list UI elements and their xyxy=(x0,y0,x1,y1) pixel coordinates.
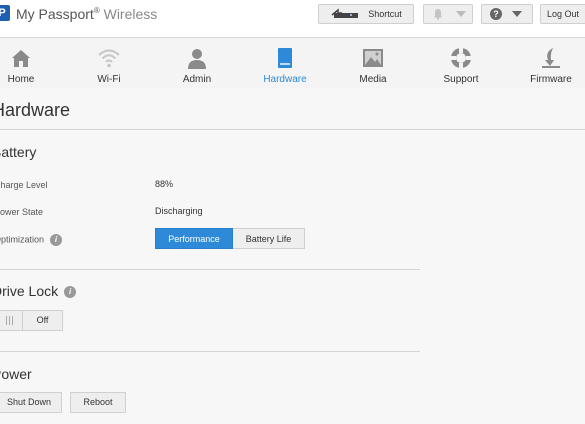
shortcut-label: Shortcut xyxy=(368,9,402,19)
info-icon[interactable]: i xyxy=(64,286,77,299)
admin-icon xyxy=(188,49,206,69)
page-title: Hardware xyxy=(0,100,71,120)
performance-option[interactable]: Performance xyxy=(155,228,233,249)
nav-item-home[interactable]: Home xyxy=(0,38,56,88)
firmware-icon xyxy=(542,48,560,68)
drive-lock-title-text: Drive Lock xyxy=(0,283,59,299)
nav-label-home: Home xyxy=(7,74,35,85)
optimization-toggle: Performance Battery Life xyxy=(155,228,305,249)
info-icon[interactable]: i xyxy=(50,234,63,246)
nav-item-support[interactable]: Support xyxy=(426,38,496,88)
notifications-button[interactable] xyxy=(423,4,473,24)
shut-down-button[interactable]: Shut Down xyxy=(0,392,62,413)
divider xyxy=(0,129,585,130)
support-icon xyxy=(451,48,471,68)
nav-item-media[interactable]: Media xyxy=(338,38,408,88)
power-state-label: Power State xyxy=(0,207,44,217)
brand-title: My Passport® Wireless xyxy=(16,6,157,22)
drive-lock-state: Off xyxy=(36,315,49,325)
drive-lock-section-title: Drive Lock i xyxy=(0,283,77,299)
nav-item-wifi[interactable]: Wi-Fi xyxy=(74,38,144,88)
nav-label-admin: Admin xyxy=(182,74,212,85)
home-icon xyxy=(12,50,30,67)
wifi-icon xyxy=(98,49,120,68)
battery-section-title: Battery xyxy=(0,144,37,160)
main-content: Hardware Battery Charge Level 88% Power … xyxy=(0,88,585,424)
divider xyxy=(0,351,420,352)
nav-label-support: Support xyxy=(443,74,479,85)
brand-registered-mark: ® xyxy=(93,6,100,15)
help-button[interactable]: ? xyxy=(481,4,533,24)
nav-label-hardware: Hardware xyxy=(263,74,307,85)
power-section-title: Power xyxy=(0,366,32,382)
nav-label-media: Media xyxy=(359,74,387,85)
hardware-icon xyxy=(278,48,292,68)
nav-item-hardware[interactable]: Hardware xyxy=(250,38,320,88)
brand-name: My Passport xyxy=(16,6,94,22)
top-bar: P My Passport® Wireless Shortcut ? Log O… xyxy=(0,0,585,38)
divider xyxy=(0,269,420,270)
nav-label-wifi: Wi-Fi xyxy=(97,74,121,85)
chevron-down-icon xyxy=(456,11,466,17)
power-state-value: Discharging xyxy=(155,206,203,216)
nav-label-firmware: Firmware xyxy=(530,74,572,85)
charge-level-value: 88% xyxy=(155,179,174,189)
charge-level-label: Charge Level xyxy=(0,180,48,190)
shortcut-icon xyxy=(331,8,359,18)
chevron-down-icon xyxy=(512,11,522,17)
shortcut-button[interactable]: Shortcut xyxy=(318,4,414,24)
help-icon: ? xyxy=(490,8,502,20)
optimization-label: Optimization i xyxy=(0,234,63,246)
optimization-label-text: Optimization xyxy=(0,234,45,245)
battery-life-option[interactable]: Battery Life xyxy=(233,228,305,249)
logout-button[interactable]: Log Out xyxy=(540,4,585,24)
nav-item-firmware[interactable]: Firmware xyxy=(516,38,585,88)
bell-icon xyxy=(434,9,442,20)
logout-label: Log Out xyxy=(547,9,580,19)
brand-logo-icon: P xyxy=(0,5,10,21)
reboot-button[interactable]: Reboot xyxy=(70,392,126,413)
toggle-handle[interactable] xyxy=(0,311,23,330)
nav-item-admin[interactable]: Admin xyxy=(162,38,232,88)
media-icon xyxy=(363,49,383,67)
main-nav: Home Wi-Fi Admin Hardware Media Support … xyxy=(0,38,585,88)
drive-lock-toggle[interactable]: Off xyxy=(0,310,63,331)
brand-suffix: Wireless xyxy=(103,6,158,22)
